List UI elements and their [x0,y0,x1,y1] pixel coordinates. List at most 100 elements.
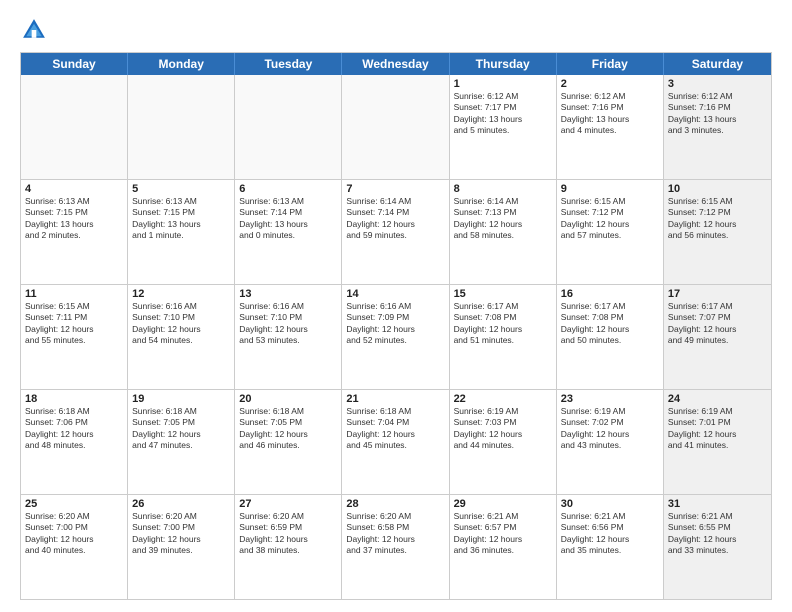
cell-text: Sunrise: 6:19 AM Sunset: 7:03 PM Dayligh… [454,406,552,452]
cell-text: Sunrise: 6:20 AM Sunset: 6:59 PM Dayligh… [239,511,337,557]
day-cell-25: 25Sunrise: 6:20 AM Sunset: 7:00 PM Dayli… [21,495,128,599]
header [20,16,772,44]
day-cell-17: 17Sunrise: 6:17 AM Sunset: 7:07 PM Dayli… [664,285,771,389]
cell-text: Sunrise: 6:18 AM Sunset: 7:05 PM Dayligh… [132,406,230,452]
day-number: 1 [454,78,552,90]
cell-text: Sunrise: 6:17 AM Sunset: 7:08 PM Dayligh… [454,301,552,347]
day-cell-30: 30Sunrise: 6:21 AM Sunset: 6:56 PM Dayli… [557,495,664,599]
day-number: 20 [239,393,337,405]
day-cell-31: 31Sunrise: 6:21 AM Sunset: 6:55 PM Dayli… [664,495,771,599]
day-number: 9 [561,183,659,195]
day-cell-10: 10Sunrise: 6:15 AM Sunset: 7:12 PM Dayli… [664,180,771,284]
day-number: 8 [454,183,552,195]
day-number: 13 [239,288,337,300]
calendar-header-row: SundayMondayTuesdayWednesdayThursdayFrid… [21,53,771,75]
day-number: 15 [454,288,552,300]
header-cell-tuesday: Tuesday [235,53,342,75]
day-number: 17 [668,288,767,300]
day-cell-11: 11Sunrise: 6:15 AM Sunset: 7:11 PM Dayli… [21,285,128,389]
day-cell-28: 28Sunrise: 6:20 AM Sunset: 6:58 PM Dayli… [342,495,449,599]
day-cell-19: 19Sunrise: 6:18 AM Sunset: 7:05 PM Dayli… [128,390,235,494]
day-cell-4: 4Sunrise: 6:13 AM Sunset: 7:15 PM Daylig… [21,180,128,284]
day-number: 28 [346,498,444,510]
cell-text: Sunrise: 6:12 AM Sunset: 7:17 PM Dayligh… [454,91,552,137]
day-cell-9: 9Sunrise: 6:15 AM Sunset: 7:12 PM Daylig… [557,180,664,284]
day-cell-14: 14Sunrise: 6:16 AM Sunset: 7:09 PM Dayli… [342,285,449,389]
header-cell-wednesday: Wednesday [342,53,449,75]
day-cell-12: 12Sunrise: 6:16 AM Sunset: 7:10 PM Dayli… [128,285,235,389]
cell-text: Sunrise: 6:13 AM Sunset: 7:14 PM Dayligh… [239,196,337,242]
day-number: 7 [346,183,444,195]
day-number: 26 [132,498,230,510]
day-number: 6 [239,183,337,195]
cell-text: Sunrise: 6:15 AM Sunset: 7:12 PM Dayligh… [561,196,659,242]
cell-text: Sunrise: 6:21 AM Sunset: 6:55 PM Dayligh… [668,511,767,557]
cell-text: Sunrise: 6:16 AM Sunset: 7:10 PM Dayligh… [239,301,337,347]
day-number: 14 [346,288,444,300]
logo [20,16,52,44]
day-cell-15: 15Sunrise: 6:17 AM Sunset: 7:08 PM Dayli… [450,285,557,389]
day-cell-29: 29Sunrise: 6:21 AM Sunset: 6:57 PM Dayli… [450,495,557,599]
calendar-row-0: 1Sunrise: 6:12 AM Sunset: 7:17 PM Daylig… [21,75,771,180]
day-number: 16 [561,288,659,300]
day-number: 22 [454,393,552,405]
day-cell-2: 2Sunrise: 6:12 AM Sunset: 7:16 PM Daylig… [557,75,664,179]
day-number: 10 [668,183,767,195]
cell-text: Sunrise: 6:18 AM Sunset: 7:06 PM Dayligh… [25,406,123,452]
day-cell-8: 8Sunrise: 6:14 AM Sunset: 7:13 PM Daylig… [450,180,557,284]
empty-cell [21,75,128,179]
cell-text: Sunrise: 6:20 AM Sunset: 7:00 PM Dayligh… [132,511,230,557]
day-number: 30 [561,498,659,510]
day-number: 23 [561,393,659,405]
cell-text: Sunrise: 6:18 AM Sunset: 7:04 PM Dayligh… [346,406,444,452]
header-cell-friday: Friday [557,53,664,75]
empty-cell [235,75,342,179]
day-number: 2 [561,78,659,90]
day-number: 29 [454,498,552,510]
day-number: 12 [132,288,230,300]
cell-text: Sunrise: 6:20 AM Sunset: 7:00 PM Dayligh… [25,511,123,557]
empty-cell [128,75,235,179]
day-cell-27: 27Sunrise: 6:20 AM Sunset: 6:59 PM Dayli… [235,495,342,599]
day-cell-18: 18Sunrise: 6:18 AM Sunset: 7:06 PM Dayli… [21,390,128,494]
empty-cell [342,75,449,179]
cell-text: Sunrise: 6:16 AM Sunset: 7:10 PM Dayligh… [132,301,230,347]
calendar-body: 1Sunrise: 6:12 AM Sunset: 7:17 PM Daylig… [21,75,771,599]
day-cell-16: 16Sunrise: 6:17 AM Sunset: 7:08 PM Dayli… [557,285,664,389]
cell-text: Sunrise: 6:17 AM Sunset: 7:07 PM Dayligh… [668,301,767,347]
day-number: 5 [132,183,230,195]
cell-text: Sunrise: 6:13 AM Sunset: 7:15 PM Dayligh… [132,196,230,242]
cell-text: Sunrise: 6:14 AM Sunset: 7:14 PM Dayligh… [346,196,444,242]
cell-text: Sunrise: 6:20 AM Sunset: 6:58 PM Dayligh… [346,511,444,557]
cell-text: Sunrise: 6:17 AM Sunset: 7:08 PM Dayligh… [561,301,659,347]
day-number: 27 [239,498,337,510]
day-cell-1: 1Sunrise: 6:12 AM Sunset: 7:17 PM Daylig… [450,75,557,179]
day-number: 31 [668,498,767,510]
cell-text: Sunrise: 6:12 AM Sunset: 7:16 PM Dayligh… [668,91,767,137]
cell-text: Sunrise: 6:16 AM Sunset: 7:09 PM Dayligh… [346,301,444,347]
day-number: 21 [346,393,444,405]
cell-text: Sunrise: 6:18 AM Sunset: 7:05 PM Dayligh… [239,406,337,452]
header-cell-monday: Monday [128,53,235,75]
header-cell-saturday: Saturday [664,53,771,75]
day-cell-23: 23Sunrise: 6:19 AM Sunset: 7:02 PM Dayli… [557,390,664,494]
calendar-row-1: 4Sunrise: 6:13 AM Sunset: 7:15 PM Daylig… [21,180,771,285]
day-number: 25 [25,498,123,510]
day-number: 19 [132,393,230,405]
header-cell-sunday: Sunday [21,53,128,75]
cell-text: Sunrise: 6:21 AM Sunset: 6:57 PM Dayligh… [454,511,552,557]
header-cell-thursday: Thursday [450,53,557,75]
day-cell-13: 13Sunrise: 6:16 AM Sunset: 7:10 PM Dayli… [235,285,342,389]
cell-text: Sunrise: 6:13 AM Sunset: 7:15 PM Dayligh… [25,196,123,242]
day-cell-5: 5Sunrise: 6:13 AM Sunset: 7:15 PM Daylig… [128,180,235,284]
cell-text: Sunrise: 6:14 AM Sunset: 7:13 PM Dayligh… [454,196,552,242]
day-number: 4 [25,183,123,195]
day-number: 11 [25,288,123,300]
day-cell-21: 21Sunrise: 6:18 AM Sunset: 7:04 PM Dayli… [342,390,449,494]
cell-text: Sunrise: 6:15 AM Sunset: 7:12 PM Dayligh… [668,196,767,242]
calendar-row-4: 25Sunrise: 6:20 AM Sunset: 7:00 PM Dayli… [21,495,771,599]
day-cell-20: 20Sunrise: 6:18 AM Sunset: 7:05 PM Dayli… [235,390,342,494]
day-cell-24: 24Sunrise: 6:19 AM Sunset: 7:01 PM Dayli… [664,390,771,494]
calendar-row-3: 18Sunrise: 6:18 AM Sunset: 7:06 PM Dayli… [21,390,771,495]
day-number: 24 [668,393,767,405]
